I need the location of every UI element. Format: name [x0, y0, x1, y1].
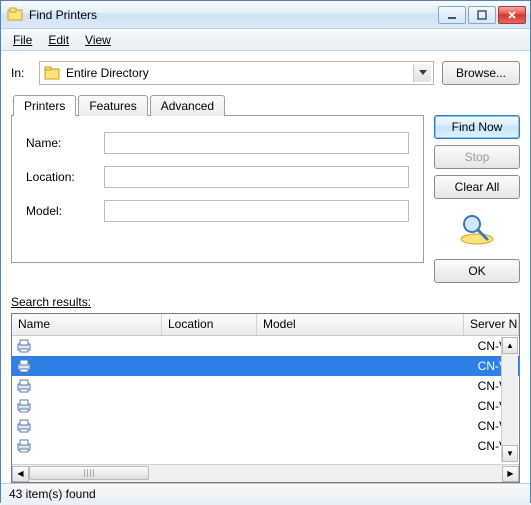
scroll-right-icon[interactable]: ▶ — [502, 466, 519, 482]
table-row[interactable]: CN-VM — [12, 376, 519, 396]
tab-features[interactable]: Features — [78, 95, 147, 116]
status-bar: 43 item(s) found — [1, 483, 530, 505]
stop-button[interactable]: Stop — [434, 145, 520, 169]
find-now-button[interactable]: Find Now — [434, 115, 520, 139]
table-row[interactable]: CN-VM — [12, 396, 519, 416]
menu-view[interactable]: View — [77, 31, 119, 49]
results-label: Search results: — [11, 295, 530, 309]
printer-icon — [16, 379, 32, 393]
tabs-header: Printers Features Advanced — [11, 95, 424, 116]
model-input[interactable] — [104, 200, 409, 222]
clear-all-button[interactable]: Clear All — [434, 175, 520, 199]
tab-body: Name: Location: Model: — [11, 115, 424, 263]
horizontal-scrollbar[interactable]: ◀ ▶ — [12, 464, 519, 482]
scroll-thumb[interactable] — [29, 466, 149, 480]
in-row: In: Entire Directory Browse... — [11, 61, 520, 85]
col-server[interactable]: Server N — [464, 314, 519, 335]
col-name[interactable]: Name — [12, 314, 162, 335]
model-label: Model: — [26, 204, 104, 218]
name-label: Name: — [26, 136, 104, 150]
list-header: Name Location Model Server N — [12, 314, 519, 336]
table-row[interactable]: CN-VM — [12, 336, 519, 356]
printer-icon — [16, 359, 32, 373]
printer-icon — [16, 419, 32, 433]
table-row[interactable]: CN-VM — [12, 356, 519, 376]
status-text: 43 item(s) found — [9, 487, 96, 501]
location-label: Location: — [26, 170, 104, 184]
browse-button[interactable]: Browse... — [442, 61, 520, 85]
chevron-down-icon[interactable] — [413, 64, 431, 82]
name-input[interactable] — [104, 132, 409, 154]
scroll-down-icon[interactable]: ▼ — [502, 445, 518, 462]
window-title: Find Printers — [29, 8, 438, 22]
tab-advanced[interactable]: Advanced — [150, 95, 225, 116]
printer-icon — [16, 399, 32, 413]
actions-column: Find Now Stop Clear All OK — [434, 95, 520, 283]
scroll-up-icon[interactable]: ▲ — [502, 337, 518, 354]
tab-printers[interactable]: Printers — [13, 95, 76, 116]
col-location[interactable]: Location — [162, 314, 257, 335]
location-input[interactable] — [104, 166, 409, 188]
vertical-scrollbar[interactable]: ▲ ▼ — [501, 337, 518, 462]
printer-icon — [16, 439, 32, 453]
table-row[interactable]: CN-VM — [12, 416, 519, 436]
list-body: CN-VMCN-VMCN-VMCN-VMCN-VMCN-VM — [12, 336, 519, 464]
col-model[interactable]: Model — [257, 314, 464, 335]
menu-bar: File Edit View — [1, 29, 530, 51]
scroll-left-icon[interactable]: ◀ — [12, 466, 29, 482]
printer-icon — [16, 339, 32, 353]
minimize-button[interactable] — [438, 6, 466, 24]
title-bar: Find Printers — [1, 1, 530, 29]
table-row[interactable]: CN-VM — [12, 436, 519, 456]
close-button[interactable] — [498, 6, 526, 24]
in-label: In: — [11, 66, 31, 80]
menu-edit[interactable]: Edit — [40, 31, 77, 49]
directory-value: Entire Directory — [66, 66, 149, 80]
menu-file[interactable]: File — [5, 31, 40, 49]
folder-icon — [44, 65, 60, 81]
directory-combo[interactable]: Entire Directory — [39, 61, 434, 85]
results-list: Name Location Model Server N CN-VMCN-VMC… — [11, 313, 520, 483]
maximize-button[interactable] — [468, 6, 496, 24]
content-area: In: Entire Directory Browse... Printers … — [1, 51, 530, 289]
ok-button[interactable]: OK — [434, 259, 520, 283]
app-icon — [7, 7, 23, 23]
search-icon — [457, 209, 497, 249]
